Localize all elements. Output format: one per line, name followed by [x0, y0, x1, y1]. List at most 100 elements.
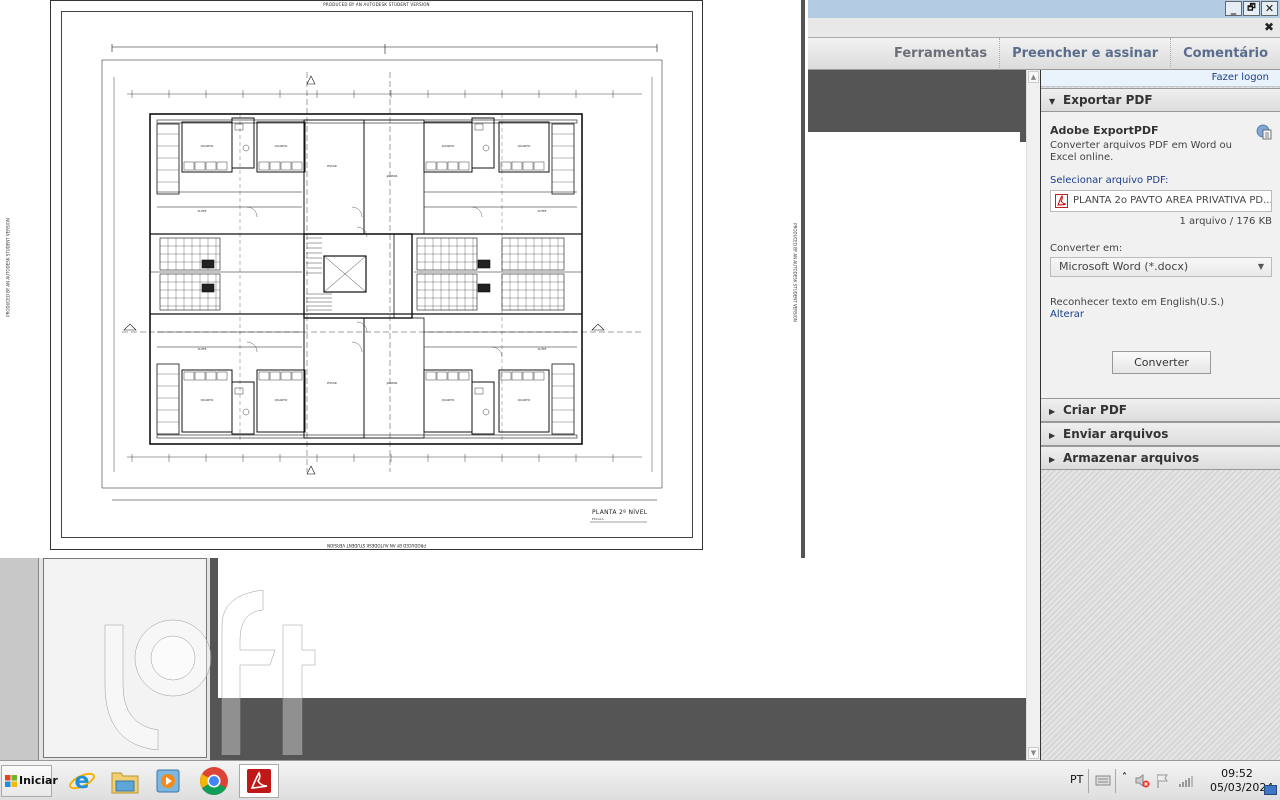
- selected-file-field[interactable]: PLANTA 2o PAVTO AREA PRIVATIVA PD...: [1050, 190, 1272, 212]
- volume-muted-icon[interactable]: [1134, 773, 1150, 789]
- pdf-file-icon: [1055, 194, 1068, 208]
- wardrobe: [500, 161, 512, 171]
- selected-file-name: PLANTA 2o PAVTO AREA PRIVATIVA PD...: [1073, 195, 1272, 206]
- wardrobe: [280, 161, 292, 171]
- wardrobe: [500, 371, 512, 381]
- tab-ferramentas[interactable]: Ferramentas: [882, 38, 999, 70]
- living-room: [303, 119, 365, 235]
- logon-bar: Fazer logon: [1041, 70, 1280, 87]
- section-label: Exportar PDF: [1063, 93, 1153, 107]
- show-hidden-icons-icon[interactable]: ˄: [1122, 772, 1127, 783]
- watermark-top: PRODUCED BY AN AUTODESK STUDENT VERSION: [323, 2, 430, 7]
- room-label: QUARTO: [275, 144, 288, 148]
- windows-logo-icon: [5, 775, 17, 787]
- room-label: QUARTO: [201, 398, 214, 402]
- wardrobe: [522, 161, 534, 171]
- taskbar-media-player[interactable]: [148, 764, 188, 798]
- room-label: SUÍTE: [198, 208, 207, 213]
- page-divider: [801, 0, 805, 558]
- taskbar-chrome[interactable]: [194, 764, 234, 798]
- folder-icon: [111, 772, 139, 794]
- service-area: [551, 363, 575, 435]
- show-desktop-button[interactable]: [1264, 785, 1277, 795]
- living-room: [303, 317, 365, 439]
- wardrobe: [194, 161, 206, 171]
- tab-comentario[interactable]: Comentário: [1170, 37, 1280, 70]
- screen: PRODUCED BY AN AUTODESK STUDENT VERSION …: [0, 0, 1280, 800]
- expanded-triangle-icon: ▼: [1049, 97, 1056, 106]
- login-link[interactable]: Fazer logon: [1212, 72, 1269, 83]
- document-background-top: [808, 70, 1026, 132]
- convert-format-value: Microsoft Word (*.docx): [1059, 260, 1189, 273]
- taskbar-adobe-reader[interactable]: [239, 764, 279, 798]
- room-label: QUARTO: [518, 144, 531, 148]
- section-marker: [123, 323, 137, 331]
- door-swing: [351, 206, 363, 218]
- select-pdf-link[interactable]: Selecionar arquivo PDF:: [1050, 175, 1168, 186]
- taskbar-explorer[interactable]: [105, 764, 145, 798]
- wardrobe: [280, 371, 292, 381]
- section-criar-pdf[interactable]: ▶ Criar PDF: [1041, 398, 1280, 422]
- wardrobe: [194, 371, 206, 381]
- scroll-up-icon[interactable]: ▲: [1028, 71, 1039, 83]
- wardrobe: [447, 371, 459, 381]
- wardrobe: [436, 371, 448, 381]
- door-swing: [351, 341, 363, 353]
- collapsed-triangle-icon: ▶: [1049, 455, 1056, 464]
- section-export-pdf[interactable]: ▼ Exportar PDF: [1041, 88, 1280, 112]
- clock[interactable]: 09:52 05/03/2024: [1210, 767, 1274, 795]
- minimize-button[interactable]: _: [1225, 1, 1242, 16]
- clock-time: 09:52: [1221, 767, 1253, 780]
- drawing-frame: QUARTO QUARTO QUARTO QUARTO QUARTO QUARTO QUAR…: [61, 11, 693, 538]
- service-area: [156, 123, 180, 195]
- wardrobe: [458, 371, 470, 381]
- section-label: Enviar arquivos: [1063, 427, 1169, 441]
- section-armazenar-arquivos[interactable]: ▶ Armazenar arquivos: [1041, 446, 1280, 470]
- room-label: ESTAR: [327, 164, 337, 168]
- pdf-document-view[interactable]: PRODUCED BY AN AUTODESK STUDENT VERSION …: [0, 0, 808, 558]
- section-enviar-arquivos[interactable]: ▶ Enviar arquivos: [1041, 422, 1280, 446]
- convert-to-label: Converter em:: [1050, 243, 1123, 254]
- network-signal-icon[interactable]: [1178, 774, 1194, 788]
- change-language-link[interactable]: Alterar: [1050, 309, 1084, 320]
- internet-explorer-icon: e: [69, 769, 95, 794]
- toilet: [482, 144, 490, 152]
- document-page-right[interactable]: [808, 132, 1026, 698]
- restore-button[interactable]: 🗗: [1243, 1, 1260, 16]
- wardrobe: [522, 371, 534, 381]
- wardrobe: [511, 371, 523, 381]
- convert-button[interactable]: Converter: [1112, 351, 1211, 374]
- wardrobe: [258, 371, 270, 381]
- door-swing: [471, 206, 483, 218]
- room-label: JANTAR: [386, 174, 398, 178]
- service-area: [551, 123, 575, 195]
- close-document-icon[interactable]: ✖: [1264, 20, 1274, 34]
- wardrobe: [205, 161, 217, 171]
- clock-date: 05/03/2024: [1210, 781, 1274, 794]
- wardrobe: [533, 161, 545, 171]
- adobe-reader-icon: [247, 769, 271, 793]
- service-area: [156, 363, 180, 435]
- file-count-size: 1 arquivo / 176 KB: [1179, 216, 1272, 227]
- scroll-down-icon[interactable]: ▼: [1028, 747, 1039, 759]
- close-window-button[interactable]: ✕: [1261, 1, 1278, 16]
- language-indicator[interactable]: PT: [1070, 773, 1083, 786]
- vertical-scrollbar[interactable]: ▲ ▼: [1026, 70, 1040, 760]
- action-center-flag-icon[interactable]: [1156, 773, 1170, 789]
- start-button[interactable]: Iniciar: [1, 765, 58, 797]
- online-service-icon[interactable]: [1256, 124, 1272, 140]
- window-titlebar: _ 🗗 ✕: [808, 0, 1280, 18]
- convert-format-select[interactable]: Microsoft Word (*.docx) ▼: [1050, 257, 1272, 277]
- svg-text:e: e: [75, 769, 90, 794]
- export-service-title: Adobe ExportPDF: [1050, 124, 1159, 137]
- plan-scale-label: ESCALA: [592, 517, 604, 521]
- taskbar-internet-explorer[interactable]: e: [62, 764, 102, 798]
- keyboard-icon[interactable]: [1095, 773, 1111, 787]
- door-swing: [356, 226, 368, 238]
- room-label: SUÍTE: [538, 346, 547, 351]
- watermark-bottom: PRODUCED BY AN AUTODESK STUDENT VERSION: [327, 543, 426, 548]
- fixture: [477, 259, 491, 269]
- ocr-language-text: Reconhecer texto em English(U.S.): [1050, 297, 1225, 308]
- tab-preencher-e-assinar[interactable]: Preencher e assinar: [999, 37, 1170, 70]
- task-pane-tabs: Ferramentas Preencher e assinar Comentár…: [808, 37, 1280, 70]
